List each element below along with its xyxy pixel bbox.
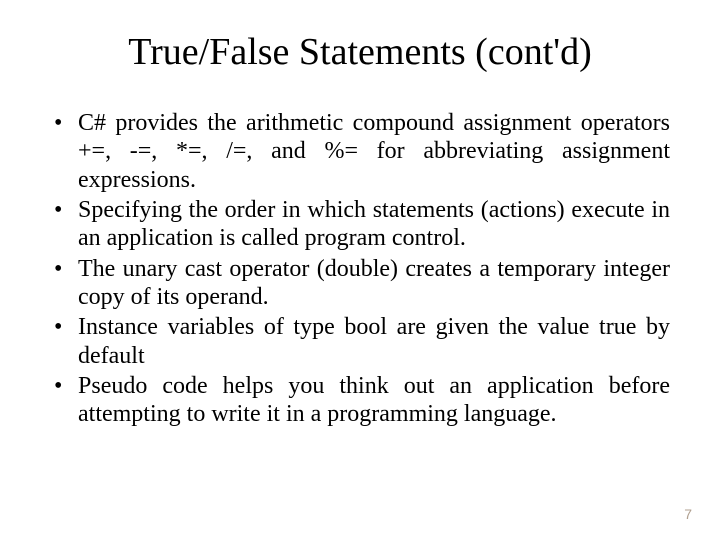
list-item: C# provides the arithmetic compound assi… (50, 109, 670, 194)
bullet-list: C# provides the arithmetic compound assi… (50, 109, 670, 428)
list-item: Instance variables of type bool are give… (50, 313, 670, 370)
page-number: 7 (684, 506, 692, 522)
list-item: Specifying the order in which statements… (50, 196, 670, 253)
slide-title: True/False Statements (cont'd) (50, 30, 670, 74)
list-item: Pseudo code helps you think out an appli… (50, 372, 670, 429)
list-item: The unary cast operator (double) creates… (50, 255, 670, 312)
slide: True/False Statements (cont'd) C# provid… (0, 0, 720, 540)
slide-body: C# provides the arithmetic compound assi… (50, 109, 670, 428)
